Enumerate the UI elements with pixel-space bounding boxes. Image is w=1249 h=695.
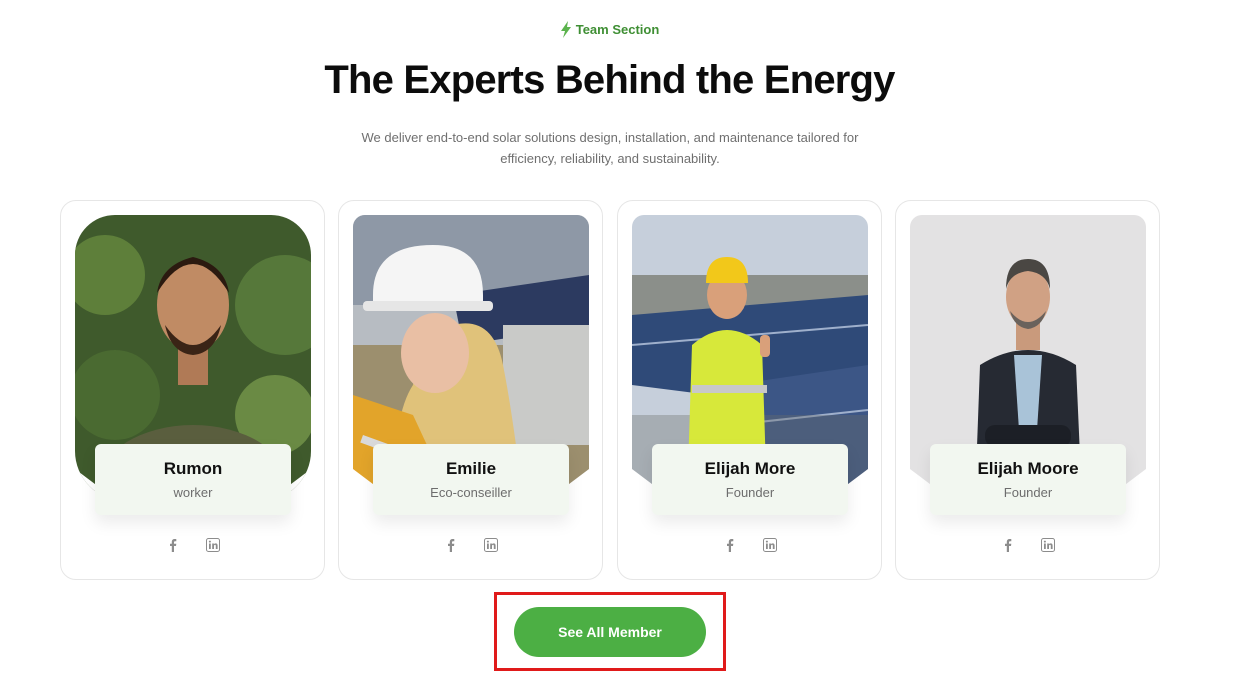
see-all-members-button[interactable]: See All Member	[514, 607, 706, 657]
social-links	[61, 538, 324, 552]
linkedin-icon[interactable]	[205, 538, 220, 552]
social-links	[339, 538, 602, 552]
member-info: Elijah Moore Founder	[930, 444, 1126, 515]
team-card: Rumon worker	[60, 200, 325, 580]
facebook-icon[interactable]	[166, 538, 180, 552]
member-name: Elijah Moore	[977, 459, 1079, 478]
member-role: Founder	[1003, 485, 1053, 500]
facebook-icon[interactable]	[444, 538, 458, 552]
member-role: Eco-conseiller	[430, 485, 512, 500]
lightning-bolt-icon	[560, 21, 571, 38]
facebook-icon[interactable]	[723, 538, 737, 552]
team-section-eyebrow: Team Section	[0, 21, 1219, 38]
social-links	[618, 538, 881, 552]
member-info: Rumon worker	[95, 444, 291, 515]
section-title: The Experts Behind the Energy	[324, 58, 895, 102]
member-role: Founder	[725, 485, 775, 500]
member-name: Elijah More	[704, 459, 796, 478]
member-info: Elijah More Founder	[652, 444, 848, 515]
team-card: Elijah Moore Founder	[895, 200, 1160, 580]
team-card: Elijah More Founder	[617, 200, 882, 580]
member-role: worker	[173, 485, 213, 500]
linkedin-icon[interactable]	[762, 538, 777, 552]
member-name: Emilie	[445, 459, 497, 478]
linkedin-icon[interactable]	[1040, 538, 1055, 552]
section-subtitle: We deliver end-to-end solar solutions de…	[361, 130, 859, 166]
eyebrow-label: Team Section	[575, 22, 660, 37]
member-info: Emilie Eco-conseiller	[373, 444, 569, 515]
linkedin-icon[interactable]	[483, 538, 498, 552]
facebook-icon[interactable]	[1001, 538, 1015, 552]
social-links	[896, 538, 1159, 552]
member-name: Rumon	[163, 459, 223, 478]
team-card: Emilie Eco-conseiller	[338, 200, 603, 580]
